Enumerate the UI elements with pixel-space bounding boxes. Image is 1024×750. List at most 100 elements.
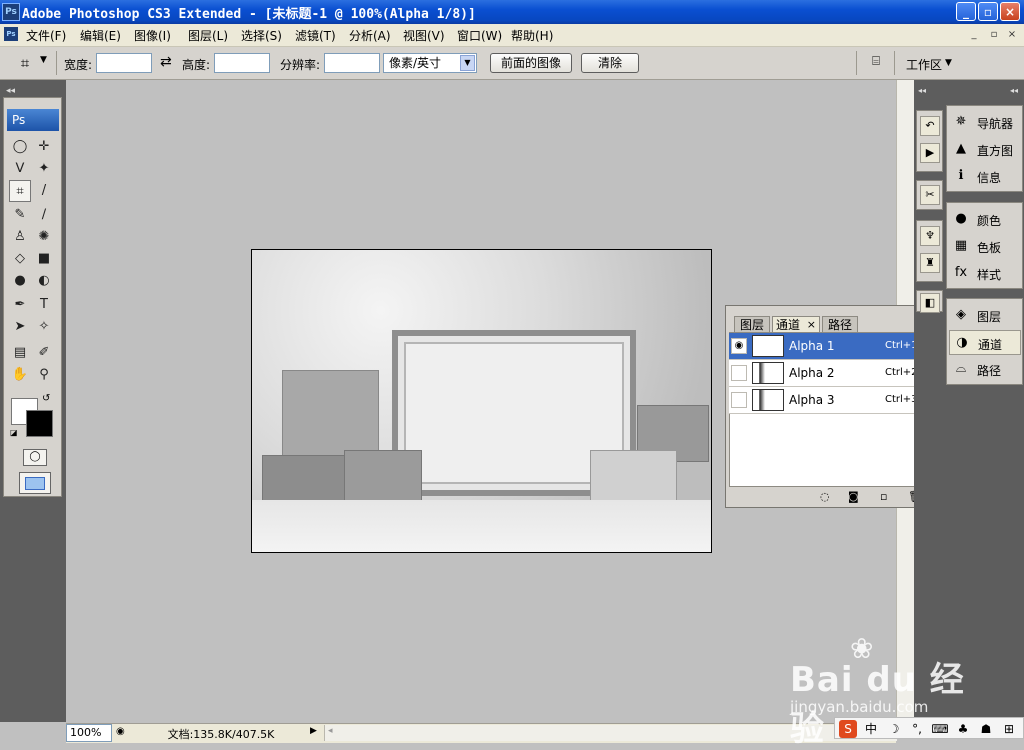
layer-comps-icon[interactable]: ◧ [920,293,940,313]
dock-panel-button[interactable]: fx 样式 [949,261,1021,286]
brushes-icon[interactable]: ♆ [920,226,940,246]
scroll-left-icon[interactable]: ◂ [328,726,333,736]
menu-select[interactable]: 选择(S) [241,27,282,44]
front-image-button[interactable]: 前面的图像 [490,53,572,73]
status-menu-arrow-icon[interactable]: ▶ [310,726,317,736]
tool-button[interactable]: ✦ [33,158,55,180]
tool-button[interactable]: ◯ [9,136,31,158]
dock-panel-button[interactable]: ✵ 导航器 [949,110,1021,135]
tool-button[interactable]: ✧ [33,316,55,338]
load-selection-icon[interactable]: ◌ [820,490,830,503]
menu-layer[interactable]: 图层(L) [188,27,228,44]
resolution-unit-select[interactable]: 像素/英寸 ▼ [383,53,477,73]
menu-edit[interactable]: 编辑(E) [80,27,121,44]
workspace-menu[interactable]: 工作区 [906,56,942,73]
tool-button[interactable]: ➤ [9,316,31,338]
tool-button[interactable]: ⌗ [9,180,31,202]
photoshop-logo[interactable]: Ps [7,109,59,131]
tool-button[interactable]: / [33,180,55,202]
screen-mode-button[interactable] [19,472,51,494]
dock-panel-button[interactable]: ℹ 信息 [949,164,1021,189]
tool-button[interactable]: ✎ [9,204,31,226]
dock-panel-button[interactable]: ⌓ 路径 [949,357,1021,382]
default-colors-icon[interactable]: ◪ [10,428,18,437]
resolution-input[interactable] [324,53,380,73]
tab-channels[interactable]: 通道 × [772,316,820,332]
tool-button[interactable]: ✒ [9,294,31,316]
doc-restore-button[interactable]: ▫ [986,28,1002,42]
maximize-button[interactable]: ▫ [978,2,998,21]
tab-layers[interactable]: 图层 [734,316,770,332]
history-icon[interactable]: ↶ [920,116,940,136]
save-selection-icon[interactable]: ◙ [848,490,859,503]
dock-panel-button[interactable]: ◈ 图层 [949,303,1021,328]
menu-file[interactable]: 文件(F) [26,27,66,44]
chevron-down-icon[interactable]: ▼ [40,55,47,65]
tool-button[interactable]: ⚲ [33,364,55,386]
minimize-button[interactable]: _ [956,2,976,21]
ime-button[interactable]: ⌨ [931,720,949,738]
close-icon[interactable]: × [807,317,816,333]
zoom-level[interactable]: 100% [66,724,112,742]
tool-button[interactable]: ᐯ [9,158,31,180]
actions-icon[interactable]: ▶ [920,143,940,163]
menu-window[interactable]: 窗口(W) [457,27,502,44]
menu-help[interactable]: 帮助(H) [511,27,553,44]
doc-close-button[interactable]: × [1004,28,1020,42]
tool-button[interactable]: ● [9,270,31,292]
toolbox-collapse-icon[interactable]: ◂◂ [6,86,15,96]
chevron-down-icon[interactable]: ▼ [460,55,475,71]
status-info-icon[interactable]: ◉ [116,726,125,737]
width-input[interactable] [96,53,152,73]
ime-button[interactable]: 中 [862,720,880,738]
tab-paths[interactable]: 路径 [822,316,858,332]
menu-view[interactable]: 视图(V) [403,27,445,44]
tool-button[interactable]: ✋ [9,364,31,386]
visibility-eye-icon[interactable]: ◉ [731,338,747,354]
channel-row[interactable]: Alpha 2 Ctrl+2 [729,360,927,387]
menu-filter[interactable]: 滤镜(T) [295,27,336,44]
doc-minimize-button[interactable]: _ [966,28,982,42]
ime-button[interactable]: S [839,720,857,738]
dock-collapse-icon[interactable]: ◂◂ [918,86,926,95]
new-channel-icon[interactable]: ▫ [880,490,887,503]
channel-row[interactable]: Alpha 3 Ctrl+3 [729,387,927,414]
tool-button[interactable]: ✺ [33,226,55,248]
channel-row[interactable]: ◉ Alpha 1 Ctrl+1 [729,333,927,360]
tool-button[interactable]: ✐ [33,342,55,364]
tool-button[interactable]: ♙ [9,226,31,248]
dock-panel-button[interactable]: ▲ 直方图 [949,137,1021,162]
ime-button[interactable]: ⊞ [1000,720,1018,738]
tool-button[interactable]: ◇ [9,248,31,270]
clone-source-icon[interactable]: ♜ [920,253,940,273]
swap-dimensions-icon[interactable]: ⇄ [160,54,172,70]
tool-button[interactable]: ■ [33,248,55,270]
ime-button[interactable]: ☽ [885,720,903,738]
visibility-eye-icon[interactable] [731,365,747,381]
tool-presets-icon[interactable]: ✂ [920,185,940,205]
dock-panel-button[interactable]: ▦ 色板 [949,234,1021,259]
height-input[interactable] [214,53,270,73]
clear-button[interactable]: 清除 [581,53,639,73]
tool-button[interactable]: ▤ [9,342,31,364]
document-icon[interactable]: Ps [4,27,18,41]
menu-analysis[interactable]: 分析(A) [349,27,391,44]
ime-button[interactable]: ♣ [954,720,972,738]
tool-button[interactable]: ✛ [33,136,55,158]
quick-mask-icon[interactable]: ◯ [23,449,47,466]
chevron-down-icon[interactable]: ▼ [945,58,952,68]
tool-button[interactable]: ◐ [33,270,55,292]
background-color-swatch[interactable] [26,410,53,437]
ime-button[interactable]: °, [908,720,926,738]
dock-expand-icon[interactable]: ◂◂ [1010,86,1018,95]
document-image[interactable] [251,249,712,553]
close-button[interactable]: × [1000,2,1020,21]
dock-panel-button[interactable]: ● 颜色 [949,207,1021,232]
tool-button[interactable]: T [33,294,55,316]
ime-button[interactable]: ☗ [977,720,995,738]
crop-tool-preset-icon[interactable]: ⌗ [16,53,34,73]
tool-button[interactable]: ∕ [33,204,55,226]
visibility-eye-icon[interactable] [731,392,747,408]
menu-image[interactable]: 图像(I) [134,27,171,44]
bridge-icon[interactable]: ⌸ [864,54,888,72]
